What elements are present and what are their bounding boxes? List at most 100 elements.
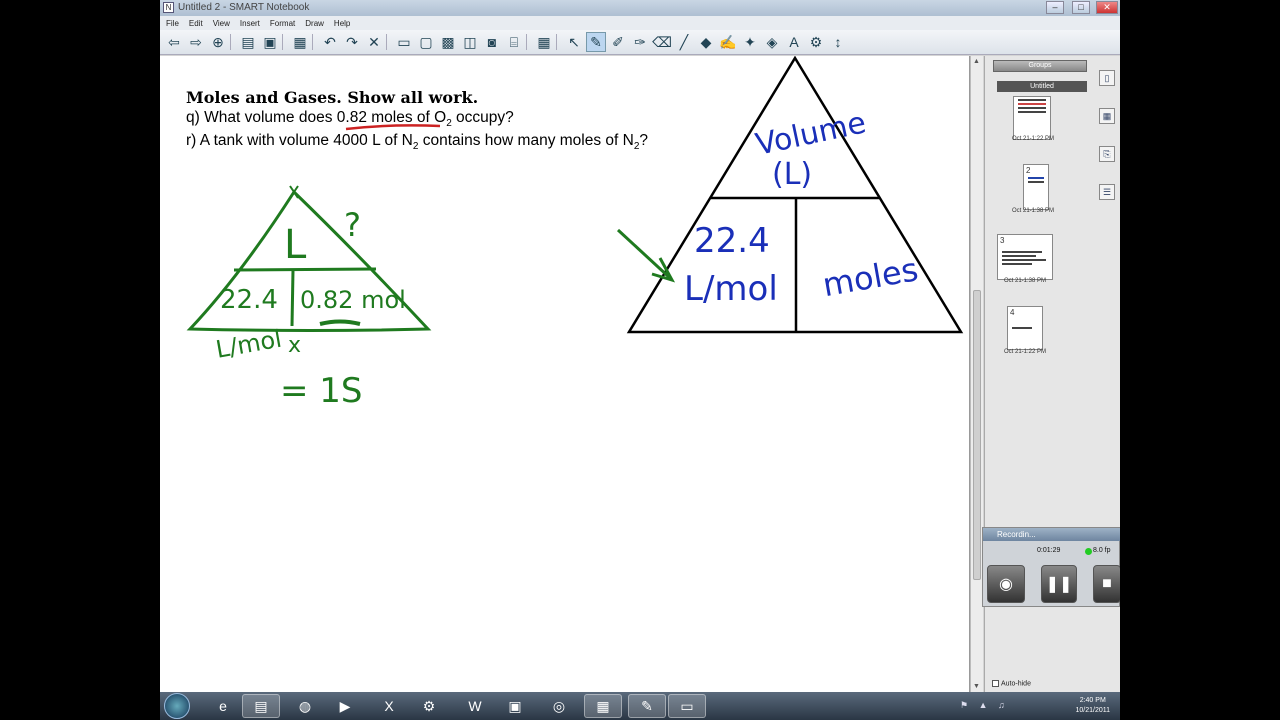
notebook-tools-icon[interactable]: ▦ — [584, 694, 622, 718]
menu-draw[interactable]: Draw — [305, 19, 324, 28]
shape-icon[interactable]: ◆ — [696, 32, 716, 52]
toolbar-separator — [312, 34, 318, 50]
pen-icon[interactable]: ✎ — [586, 32, 606, 52]
dual-page-icon[interactable]: ◫ — [460, 32, 480, 52]
red-underline — [345, 124, 441, 131]
properties-tab-icon[interactable]: ☰ — [1099, 184, 1115, 200]
eraser-icon[interactable]: ⌫ — [652, 32, 672, 52]
chrome-icon[interactable]: ◎ — [540, 694, 578, 718]
document-camera-icon[interactable]: ⌸ — [504, 32, 524, 52]
word-icon[interactable]: W — [456, 694, 494, 718]
pause-button[interactable]: ❚❚ — [1041, 565, 1077, 603]
transparent-icon[interactable]: ▩ — [438, 32, 458, 52]
toolbar-separator — [556, 34, 562, 50]
thumbnail-date-2: Oct 21-1:38 PM — [1011, 208, 1055, 214]
system-tray-icons[interactable]: ⚑ ▲ ♫ — [960, 700, 1009, 711]
title-bar: N Untitled 2 - SMART Notebook – □ ✕ — [160, 0, 1120, 16]
magic-pen-icon[interactable]: ✑ — [630, 32, 650, 52]
notebook-page[interactable]: Moles and Gases. Show all work. q) What … — [160, 56, 970, 692]
menu-edit[interactable]: Edit — [189, 19, 203, 28]
open-icon[interactable]: ▤ — [238, 32, 258, 52]
forward-icon[interactable]: ⇨ — [186, 32, 206, 52]
thumbnail-number-2: 2 — [1026, 166, 1031, 175]
screen-shade-icon[interactable]: ▭ — [394, 32, 414, 52]
redo-icon[interactable]: ↷ — [342, 32, 362, 52]
minimize-button[interactable]: – — [1046, 1, 1064, 14]
app-icon: N — [163, 2, 174, 13]
scroll-down-icon[interactable]: ▼ — [973, 683, 980, 690]
recording-status-icon — [1085, 548, 1092, 555]
creative-pen-icon[interactable]: ✐ — [608, 32, 628, 52]
line-icon[interactable]: ╱ — [674, 32, 694, 52]
app-window-icon[interactable]: ▣ — [496, 694, 534, 718]
ink-left-mol: 0.82 mol — [300, 286, 406, 314]
groups-bar[interactable]: Groups — [993, 60, 1087, 72]
recognition-pen-icon[interactable]: ✍ — [718, 32, 738, 52]
clock-date: 10/21/2011 — [1075, 707, 1110, 714]
capture-icon[interactable]: ◙ — [482, 32, 502, 52]
thumbnail-number-4: 4 — [1010, 308, 1015, 317]
menu-help[interactable]: Help — [334, 19, 350, 28]
page-thumbnail-2[interactable]: 2 — [1023, 164, 1049, 210]
delete-icon[interactable]: ✕ — [364, 32, 384, 52]
thumbnail-number-3: 3 — [1000, 236, 1005, 245]
more-icon[interactable]: ↕ — [828, 32, 848, 52]
media-icon[interactable]: ▶ — [326, 694, 364, 718]
text-icon[interactable]: A — [784, 32, 804, 52]
ie-icon[interactable]: e — [204, 694, 242, 718]
toolbar-separator — [526, 34, 532, 50]
excel-icon[interactable]: X — [370, 694, 408, 718]
scrollbar-thumb[interactable] — [973, 290, 981, 580]
explorer-icon[interactable]: ▤ — [242, 694, 280, 718]
select-icon[interactable]: ↖ — [564, 32, 584, 52]
recorder-time: 0:01:29 — [1037, 547, 1061, 554]
menu-format[interactable]: Format — [270, 19, 295, 28]
auto-hide-checkbox[interactable]: Auto-hide — [992, 680, 1031, 687]
smart-notebook-icon[interactable]: ✎ — [628, 694, 666, 718]
undo-icon[interactable]: ↶ — [320, 32, 340, 52]
close-button[interactable]: ✕ — [1096, 1, 1118, 14]
menu-bar: File Edit View Insert Format Draw Help — [160, 16, 1120, 30]
menu-view[interactable]: View — [213, 19, 230, 28]
add-page-icon[interactable]: ⊕ — [208, 32, 228, 52]
auto-hide-label: Auto-hide — [1001, 680, 1031, 688]
table-icon[interactable]: ▦ — [534, 32, 554, 52]
page-thumbnail-3[interactable]: 3 — [997, 234, 1053, 280]
tools-icon[interactable]: ⚙ — [410, 694, 448, 718]
recorder-taskbar-icon[interactable]: ▭ — [668, 694, 706, 718]
clock[interactable]: 2:40 PM 10/21/2011 — [1075, 696, 1110, 716]
menu-insert[interactable]: Insert — [240, 19, 260, 28]
magic-wand-icon[interactable]: ✦ — [740, 32, 760, 52]
attachments-tab-icon[interactable]: ⎘ — [1099, 146, 1115, 162]
full-screen-icon[interactable]: ▢ — [416, 32, 436, 52]
toolbar-separator — [230, 34, 236, 50]
menu-file[interactable]: File — [166, 19, 179, 28]
start-button-icon[interactable] — [164, 693, 190, 719]
ink-left-times: x — [288, 333, 301, 358]
back-icon[interactable]: ⇦ — [164, 32, 184, 52]
page-thumbnail-1[interactable] — [1013, 96, 1051, 140]
document-label: Untitled — [997, 81, 1087, 92]
ink-left-split — [290, 269, 295, 327]
ink-liters: (L) — [772, 157, 812, 192]
page-sorter-tab-icon[interactable]: ▯ — [1099, 70, 1115, 86]
toolbar-separator — [386, 34, 392, 50]
ink-22-4-right: 22.4 — [694, 221, 770, 261]
ink-volume: Volume — [753, 105, 869, 162]
ink-moles: moles — [820, 250, 921, 304]
ink-l-per-mol-right: L/mol — [684, 269, 778, 309]
toolbar: ⇦ ⇨ ⊕ ▤ ▣ ▦ ↶ ↷ ✕ ▭ ▢ ▩ ◫ ◙ ⌸ ▦ ↖ ✎ ✐ ✑ … — [160, 30, 1120, 55]
fill-icon[interactable]: ◈ — [762, 32, 782, 52]
maximize-button[interactable]: □ — [1072, 1, 1090, 14]
gallery-tab-icon[interactable]: ▦ — [1099, 108, 1115, 124]
properties-icon[interactable]: ⚙ — [806, 32, 826, 52]
green-arrow-shaft — [616, 228, 672, 280]
firefox-icon[interactable]: ◍ — [286, 694, 324, 718]
stop-button[interactable]: ■ — [1093, 565, 1120, 603]
paste-icon[interactable]: ▦ — [290, 32, 310, 52]
ink-left-question: ? — [344, 206, 361, 244]
page-thumbnail-4[interactable]: 4 — [1007, 306, 1043, 350]
scroll-up-icon[interactable]: ▲ — [973, 58, 980, 65]
save-icon[interactable]: ▣ — [260, 32, 280, 52]
record-icon[interactable]: ◉ — [987, 565, 1025, 603]
